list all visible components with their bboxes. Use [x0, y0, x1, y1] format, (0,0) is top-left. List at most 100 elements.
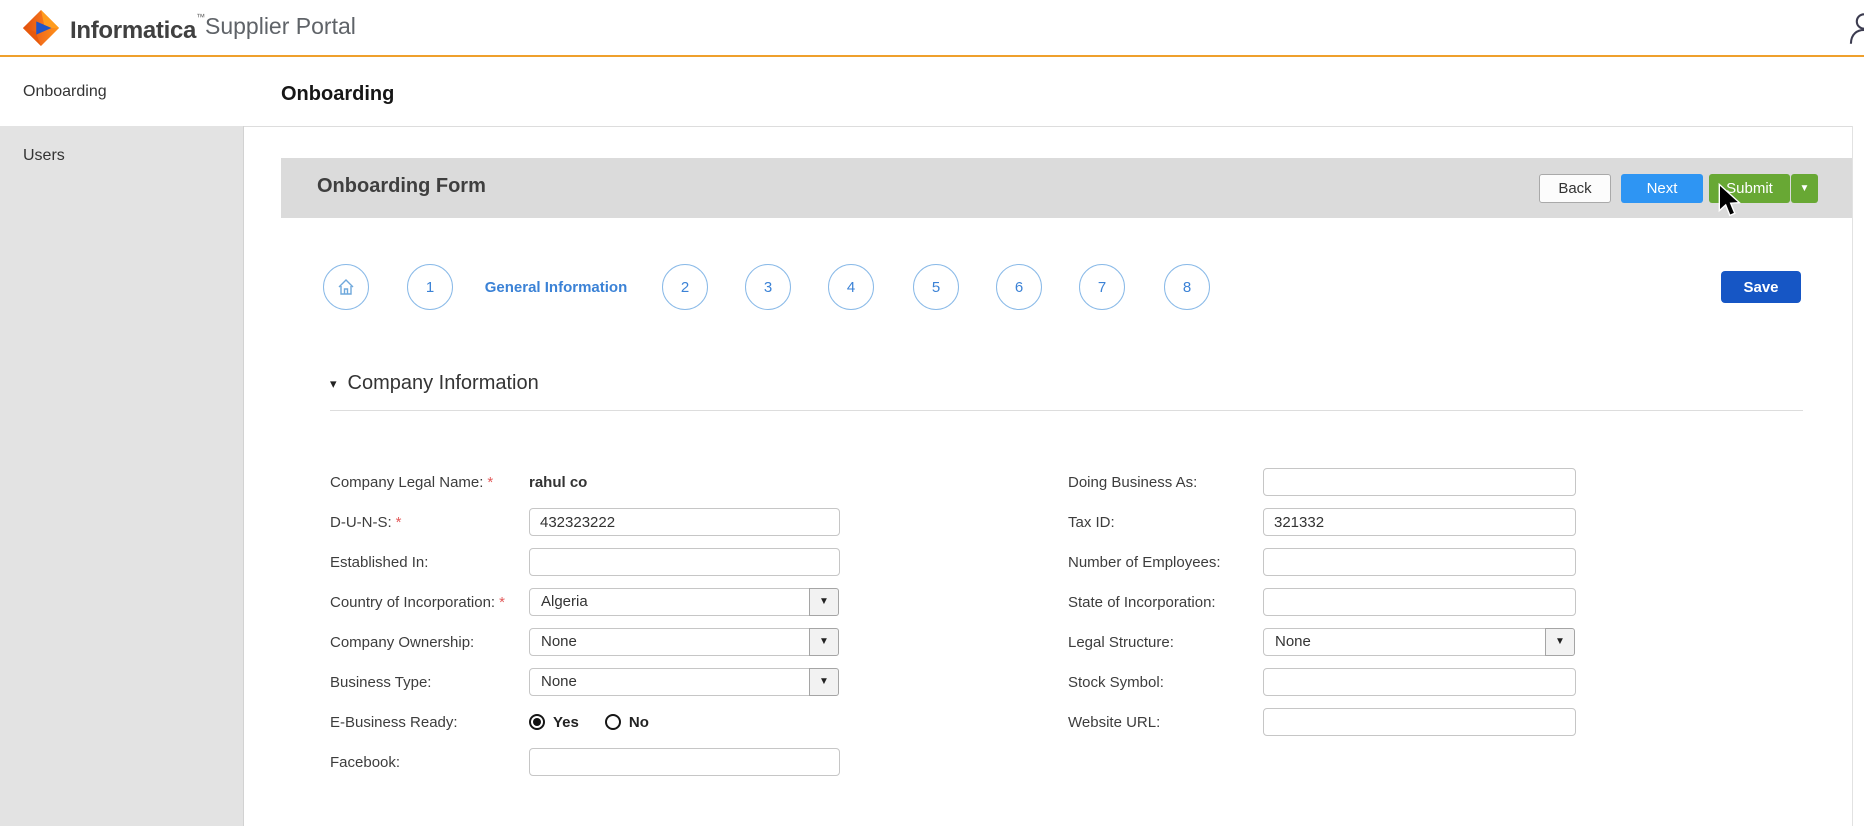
dropdown-arrow-button[interactable]: ▼ — [809, 668, 839, 696]
field-doing-business-as: Doing Business As: — [1068, 468, 1576, 496]
required-asterisk: * — [487, 473, 494, 491]
chevron-down-icon: ▼ — [819, 596, 829, 607]
content-right-edge — [1852, 126, 1853, 826]
sidebar-item-users[interactable]: Users — [0, 126, 244, 186]
field-legal-structure: Legal Structure: None ▼ — [1068, 628, 1576, 656]
duns-input[interactable] — [529, 508, 840, 536]
dropdown-value[interactable]: Algeria — [529, 588, 810, 616]
wizard-step-1[interactable]: 1 — [407, 264, 453, 310]
sidebar-item-label: Users — [23, 147, 65, 164]
collapse-triangle-icon[interactable]: ▾ — [330, 377, 337, 390]
product-name: Supplier Portal — [205, 13, 356, 39]
page-title: Onboarding — [281, 83, 395, 105]
tax-id-input[interactable] — [1263, 508, 1576, 536]
company-legal-name-value: rahul co — [529, 473, 588, 491]
field-state-of-incorporation: State of Incorporation: — [1068, 588, 1576, 616]
submit-dropdown-arrow-button[interactable]: ▼ — [1791, 174, 1818, 203]
sidebar-item-onboarding[interactable]: Onboarding — [0, 57, 244, 126]
required-asterisk: * — [499, 593, 505, 611]
business-type-dropdown: None ▼ — [529, 668, 839, 696]
field-established-in: Established In: — [330, 548, 841, 576]
field-label: Legal Structure: — [1068, 633, 1174, 651]
dropdown-value[interactable]: None — [529, 628, 810, 656]
website-url-input[interactable] — [1263, 708, 1576, 736]
field-company-ownership: Company Ownership: None ▼ — [330, 628, 841, 656]
field-label: Website URL: — [1068, 713, 1161, 731]
form-column-left: Company Legal Name: * rahul co D-U-N-S: * … — [330, 468, 841, 788]
legal-structure-dropdown: None ▼ — [1263, 628, 1575, 656]
wizard-step-4[interactable]: 4 — [828, 264, 874, 310]
field-business-type: Business Type: None ▼ — [330, 668, 841, 696]
informatica-logo-icon — [22, 9, 60, 47]
field-company-legal-name: Company Legal Name: * rahul co — [330, 468, 841, 496]
sidebar: Onboarding Users — [0, 57, 244, 826]
field-label: Facebook: — [330, 753, 401, 771]
dropdown-value[interactable]: None — [529, 668, 810, 696]
next-button[interactable]: Next — [1621, 174, 1703, 203]
save-button[interactable]: Save — [1721, 271, 1801, 303]
field-label: Established In: — [330, 553, 429, 571]
radio-no-label: No — [628, 713, 649, 731]
supplier-portal-app: Informatica™ Supplier Portal Onboarding … — [0, 0, 1864, 826]
e-business-ready-radio-group: Yes No — [529, 714, 649, 731]
state-of-incorporation-input[interactable] — [1263, 588, 1576, 616]
user-account-icon[interactable] — [1848, 11, 1864, 45]
established-in-input[interactable] — [529, 548, 840, 576]
field-label: Doing Business As: — [1068, 473, 1198, 491]
field-country-of-incorporation: Country of Incorporation: * Algeria ▼ — [330, 588, 841, 616]
radio-yes-label: Yes — [553, 713, 579, 731]
section-title: Company Information — [347, 372, 539, 394]
dropdown-arrow-button[interactable]: ▼ — [809, 588, 839, 616]
submit-button[interactable]: Submit — [1709, 174, 1790, 203]
field-label: State of Incorporation: — [1068, 593, 1216, 611]
company-information-section-header: ▾ Company Information — [330, 372, 539, 395]
field-label: Country of Incorporation: * — [330, 593, 505, 611]
field-stock-symbol: Stock Symbol: — [1068, 668, 1576, 696]
dropdown-arrow-button[interactable]: ▼ — [809, 628, 839, 656]
stock-symbol-input[interactable] — [1263, 668, 1576, 696]
wizard-step-5[interactable]: 5 — [913, 264, 959, 310]
wizard-home-step[interactable] — [323, 264, 369, 310]
field-label: Business Type: — [330, 673, 432, 691]
field-label: D-U-N-S: * — [330, 513, 402, 531]
main-content: Onboarding Onboarding Form Back Next Sub… — [244, 57, 1864, 826]
radio-yes[interactable] — [529, 714, 545, 730]
wizard-step-2[interactable]: 2 — [662, 264, 708, 310]
brand-name: Informatica™ — [70, 12, 205, 44]
field-number-of-employees: Number of Employees: — [1068, 548, 1576, 576]
wizard-step-7[interactable]: 7 — [1079, 264, 1125, 310]
trademark-mark: ™ — [196, 12, 205, 22]
required-asterisk: * — [395, 513, 402, 531]
back-button[interactable]: Back — [1539, 174, 1611, 203]
wizard-current-step-label[interactable]: General Information — [476, 279, 636, 296]
chevron-down-icon: ▼ — [1799, 183, 1810, 194]
chevron-down-icon: ▼ — [819, 636, 829, 647]
facebook-input[interactable] — [529, 748, 840, 776]
radio-selected-dot — [533, 718, 541, 726]
dropdown-value[interactable]: None — [1263, 628, 1546, 656]
title-divider — [244, 126, 1852, 127]
field-e-business-ready: E-Business Ready: Yes No — [330, 708, 841, 736]
home-icon — [338, 279, 354, 295]
chevron-down-icon: ▼ — [819, 676, 829, 687]
dropdown-arrow-button[interactable]: ▼ — [1545, 628, 1575, 656]
field-label: Tax ID: — [1068, 513, 1115, 531]
field-website-url: Website URL: — [1068, 708, 1576, 736]
app-header: Informatica™ Supplier Portal — [0, 0, 1864, 57]
field-label: Number of Employees: — [1068, 553, 1221, 571]
field-label: Stock Symbol: — [1068, 673, 1164, 691]
wizard-step-6[interactable]: 6 — [996, 264, 1042, 310]
radio-no[interactable] — [604, 714, 621, 730]
form-column-right: Doing Business As: Tax ID: Number of Emp… — [1068, 468, 1576, 748]
field-label: Company Legal Name: * — [330, 473, 494, 491]
country-of-incorporation-dropdown: Algeria ▼ — [529, 588, 839, 616]
doing-business-as-input[interactable] — [1263, 468, 1576, 496]
number-of-employees-input[interactable] — [1263, 548, 1576, 576]
field-facebook: Facebook: — [330, 748, 841, 776]
wizard-step-8[interactable]: 8 — [1164, 264, 1210, 310]
section-divider — [330, 410, 1803, 411]
field-label: Company Ownership: — [330, 633, 475, 651]
company-ownership-dropdown: None ▼ — [529, 628, 839, 656]
wizard-step-3[interactable]: 3 — [745, 264, 791, 310]
field-tax-id: Tax ID: — [1068, 508, 1576, 536]
